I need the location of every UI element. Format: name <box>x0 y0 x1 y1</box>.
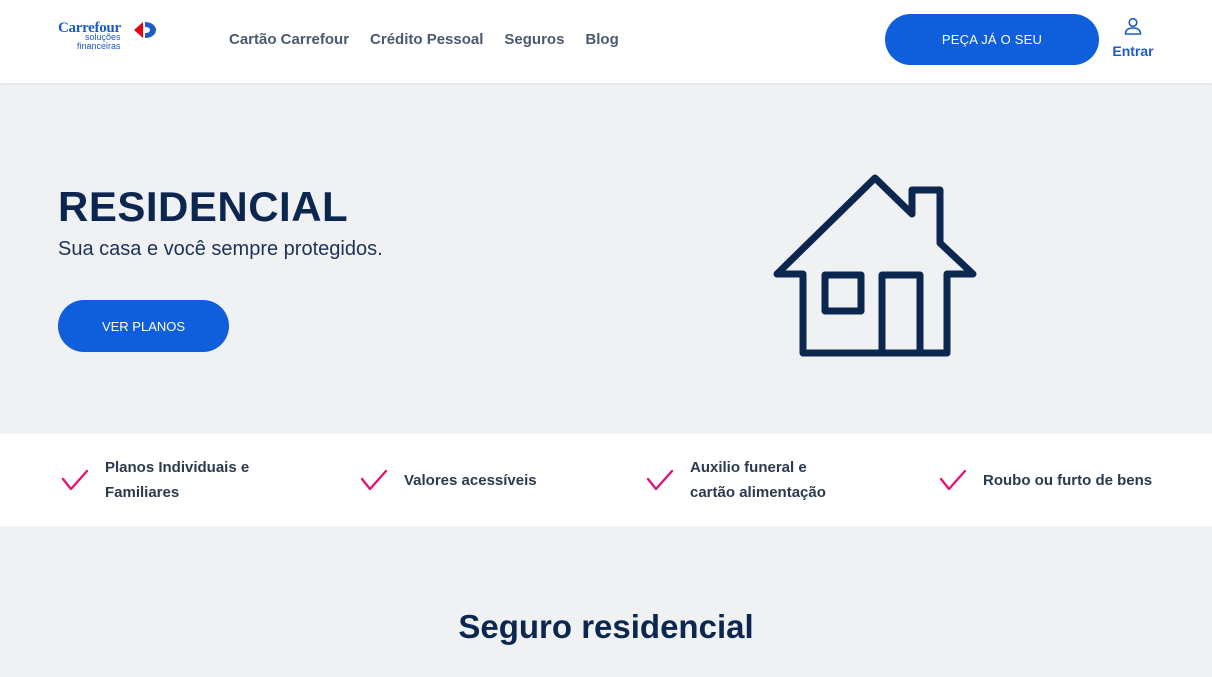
feature-label: Planos Individuais e Familiares <box>105 459 250 501</box>
checkmark-icon <box>61 469 89 491</box>
feature-item: Planos Individuais e Familiares <box>61 434 275 526</box>
request-card-button[interactable]: PEÇA JÁ O SEU <box>885 14 1099 65</box>
hero-subtitle: Sua casa e você sempre protegidos. <box>58 238 383 260</box>
site-header: Carrefour soluções financeiras Cartão Ca… <box>0 0 1212 83</box>
nav-item-cartao-carrefour[interactable]: Cartão Carrefour <box>229 31 349 48</box>
house-icon <box>773 174 977 357</box>
section-title: Seguro residencial <box>458 608 754 645</box>
login-button[interactable]: Entrar <box>1110 17 1156 63</box>
feature-label: Roubo ou furto de bens <box>983 471 1153 489</box>
feature-item: Auxilio funeral e cartão alimentação <box>646 434 850 526</box>
nav-item-blog[interactable]: Blog <box>585 31 618 48</box>
features-strip: Planos Individuais e Familiares Valores … <box>0 434 1212 526</box>
hero-title: RESIDENCIAL <box>58 183 349 230</box>
logo-subtitle-line2: financeiras <box>77 41 121 51</box>
view-plans-button[interactable]: VER PLANOS <box>58 300 229 352</box>
user-icon <box>1124 17 1142 35</box>
checkmark-icon <box>939 469 967 491</box>
main-nav: Cartão Carrefour Crédito Pessoal Seguros… <box>229 31 619 48</box>
nav-item-credito-pessoal[interactable]: Crédito Pessoal <box>370 31 483 48</box>
feature-label: Auxilio funeral e cartão alimentação <box>690 459 826 501</box>
carrefour-mark-icon <box>134 22 156 38</box>
nav-item-seguros[interactable]: Seguros <box>504 31 564 48</box>
feature-label: Valores acessíveis <box>404 471 537 489</box>
carrefour-logo[interactable]: Carrefour soluções financeiras <box>58 20 160 54</box>
login-label: Entrar <box>1112 43 1154 59</box>
feature-item: Roubo ou furto de bens <box>939 434 1152 526</box>
checkmark-icon <box>360 469 388 491</box>
checkmark-icon <box>646 469 674 491</box>
feature-item: Valores acessíveis <box>360 434 537 526</box>
